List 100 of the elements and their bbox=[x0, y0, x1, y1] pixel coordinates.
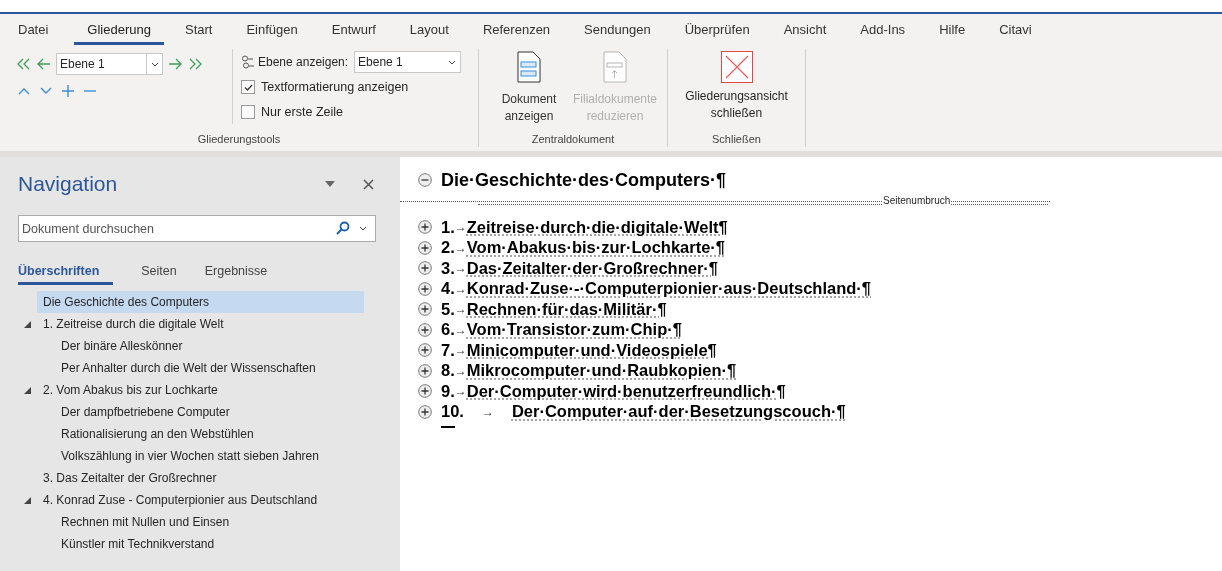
heading-item[interactable]: Künstler mit Technikverstand bbox=[55, 533, 364, 555]
chapter-heading: Konrad·Zuse·-·Computerpionier·aus·Deutschland·¶ bbox=[466, 278, 872, 300]
heading-item[interactable]: Rationalisierung an den Webstühlen bbox=[55, 423, 364, 445]
pane-tab[interactable]: Überschriften bbox=[18, 260, 114, 285]
heading-item[interactable]: Der dampfbetriebene Computer bbox=[55, 401, 364, 423]
plus-circle-icon[interactable] bbox=[418, 220, 432, 235]
plus-circle-icon[interactable] bbox=[418, 281, 432, 296]
document-heading: Die·Geschichte·des·Computers·¶ bbox=[441, 168, 727, 192]
close-icon bbox=[720, 51, 753, 83]
chapter-number: 8. bbox=[441, 360, 455, 382]
ribbon-tab[interactable]: Layout bbox=[401, 14, 457, 45]
ribbon-tab[interactable]: Einfügen bbox=[238, 14, 306, 45]
heading-item[interactable]: Rechnen mit Nullen und Einsen bbox=[55, 511, 364, 533]
tab-mark: → bbox=[454, 219, 467, 237]
tab-mark: → bbox=[454, 301, 467, 319]
chapter-number: 2. bbox=[441, 237, 455, 259]
pane-title: Navigation bbox=[18, 171, 118, 198]
heading-item[interactable]: Volkszählung in vier Wochen statt sieben Jahren bbox=[55, 445, 364, 467]
checkmark-icon bbox=[243, 83, 253, 91]
close-icon[interactable] bbox=[363, 178, 374, 190]
show-document-button[interactable]: Dokument anzeigen bbox=[487, 51, 571, 131]
ribbon-tab[interactable]: Start bbox=[176, 14, 221, 45]
expanded-triangle-icon[interactable] bbox=[24, 320, 31, 328]
chapter-number: 1. bbox=[441, 216, 455, 238]
dropdown-triangle-icon[interactable] bbox=[325, 181, 335, 187]
expanded-triangle-icon[interactable] bbox=[24, 386, 31, 394]
move-down-icon[interactable] bbox=[40, 87, 52, 95]
chapter-heading: Minicomputer·und·Videospiele¶ bbox=[466, 339, 717, 361]
ribbon-tab[interactable]: Add-Ins bbox=[852, 14, 914, 45]
chapter-number: 3. bbox=[441, 257, 455, 279]
tab-mark: → bbox=[454, 321, 467, 339]
heading-item[interactable]: 4. Konrad Zuse - Computerpionier aus Deutschland bbox=[37, 489, 364, 511]
heading-item[interactable]: 2. Vom Abakus bis zur Lochkarte bbox=[37, 379, 364, 401]
tab-mark: → bbox=[454, 383, 467, 401]
checkbox[interactable]: Nur erste Zeile bbox=[241, 102, 478, 122]
heading-item[interactable]: Der binäre Alleskönner bbox=[55, 335, 364, 357]
document-icon bbox=[603, 51, 627, 83]
tab-mark: → bbox=[480, 403, 495, 421]
chevron-down-icon bbox=[150, 61, 159, 67]
tab-mark: → bbox=[454, 239, 467, 257]
demote-to-body-icon[interactable] bbox=[187, 58, 203, 70]
chapter-number: 4. bbox=[441, 278, 455, 300]
ribbon-tab[interactable]: Ansicht bbox=[775, 14, 835, 45]
show-level-dropdown[interactable]: Ebene 1 bbox=[354, 51, 462, 73]
ribbon-tab[interactable]: Gliederung bbox=[74, 14, 164, 45]
group-label: Schließen bbox=[711, 131, 762, 147]
chapter-heading: Der·Computer·wird·benutzerfreundlich·¶ bbox=[466, 380, 786, 402]
ribbon-tab[interactable]: Entwurf bbox=[323, 14, 384, 45]
plus-circle-icon[interactable] bbox=[418, 240, 432, 255]
minus-circle-icon[interactable] bbox=[418, 173, 432, 187]
move-up-icon[interactable] bbox=[18, 87, 30, 95]
chapter-number: 7. bbox=[441, 339, 455, 361]
chapter-heading: Zeitreise·durch·die·digitale·Welt¶ bbox=[466, 216, 728, 238]
ribbon-tab[interactable]: Überprüfen bbox=[676, 14, 758, 45]
plus-circle-icon[interactable] bbox=[418, 404, 432, 419]
ribbon-tab[interactable]: Sendungen bbox=[576, 14, 659, 45]
group-label: Zentraldokument bbox=[530, 131, 616, 147]
tab-mark: → bbox=[454, 260, 467, 278]
plus-circle-icon[interactable] bbox=[418, 322, 432, 337]
checkbox[interactable]: Textformatierung anzeigen bbox=[241, 77, 478, 97]
ribbon-tab[interactable]: Citavi bbox=[991, 14, 1040, 45]
search-field[interactable]: Dokument durchsuchen bbox=[18, 215, 376, 242]
plus-circle-icon[interactable] bbox=[418, 343, 432, 358]
heading-item[interactable]: Die Geschichte des Computers bbox=[37, 291, 364, 313]
tab-mark: → bbox=[454, 362, 467, 380]
ribbon-tab[interactable]: Hilfe bbox=[931, 14, 974, 45]
plus-circle-icon[interactable] bbox=[418, 261, 432, 276]
chapter-heading: Vom·Transistor·zum·Chip·¶ bbox=[466, 319, 682, 341]
plus-circle-icon[interactable] bbox=[418, 363, 432, 378]
level-dropdown[interactable]: Ebene 1 bbox=[56, 53, 163, 75]
heading-item[interactable]: 3. Das Zeitalter der Großrechner bbox=[37, 467, 364, 489]
outline-levels-icon bbox=[241, 55, 255, 69]
chapter-heading: Vom·Abakus·bis·zur·Lochkarte·¶ bbox=[466, 237, 725, 259]
chevron-down-icon bbox=[448, 59, 457, 65]
page-break-label: Seitenumbruch bbox=[882, 195, 952, 207]
pane-tab[interactable]: Seiten bbox=[127, 260, 191, 285]
ribbon-tab[interactable]: Datei bbox=[10, 14, 57, 45]
demote-icon[interactable] bbox=[168, 58, 182, 70]
chapter-number: 9. bbox=[441, 380, 455, 402]
plus-circle-icon[interactable] bbox=[418, 384, 432, 399]
promote-icon[interactable] bbox=[37, 58, 51, 70]
chevron-down-icon[interactable] bbox=[359, 226, 367, 231]
promote-to-heading-icon[interactable] bbox=[16, 58, 32, 70]
document-icon bbox=[517, 51, 541, 83]
tab-mark: → bbox=[454, 342, 467, 360]
chapter-heading: Der·Computer·auf·der·Besetzungscouch·¶ bbox=[511, 401, 846, 423]
ribbon-tab[interactable]: Referenzen bbox=[474, 14, 559, 45]
chapter-number: 6. bbox=[441, 319, 455, 341]
plus-circle-icon[interactable] bbox=[418, 302, 432, 317]
chapter-heading: Rechnen·für·das·Militär·¶ bbox=[466, 298, 667, 320]
tab-mark: → bbox=[454, 280, 467, 298]
search-icon[interactable] bbox=[336, 221, 350, 235]
chapter-heading: Das·Zeitalter·der·Großrechner·¶ bbox=[466, 257, 718, 279]
heading-item[interactable]: 1. Zeitreise durch die digitale Welt bbox=[37, 313, 364, 335]
close-outline-view-button[interactable]: Gliederungsansicht schließen bbox=[676, 51, 797, 131]
heading-item[interactable]: Per Anhalter durch die Welt der Wissenschaften bbox=[55, 357, 364, 379]
pane-tab[interactable]: Ergebnisse bbox=[190, 260, 282, 285]
chapter-heading: Mikrocomputer·und·Raubkopien·¶ bbox=[466, 360, 737, 382]
expand-icon[interactable] bbox=[62, 85, 74, 97]
expanded-triangle-icon[interactable] bbox=[24, 496, 31, 504]
